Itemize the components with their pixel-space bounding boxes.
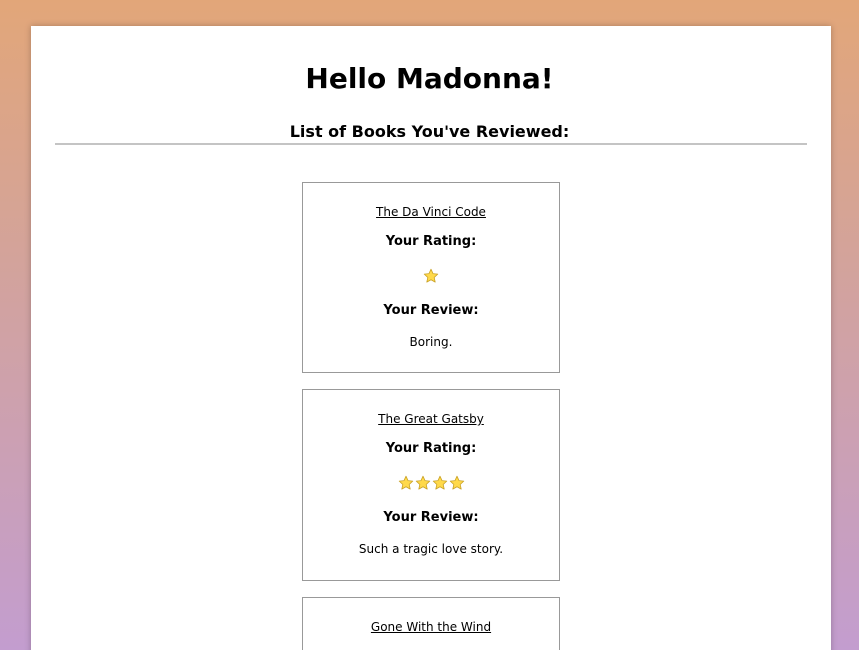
- review-label: Your Review:: [383, 510, 479, 525]
- book-card: The Da Vinci Code Your Rating: Your Revi…: [302, 182, 560, 373]
- star-icon: [415, 475, 430, 490]
- book-title-link[interactable]: The Da Vinci Code: [303, 204, 559, 220]
- reviewed-books-heading: List of Books You've Reviewed:: [289, 122, 570, 141]
- star-rating: [303, 475, 559, 491]
- heading-divider: [55, 143, 807, 145]
- review-label: Your Review:: [383, 303, 479, 318]
- star-icon: [423, 268, 439, 283]
- rating-label: Your Rating:: [385, 441, 477, 456]
- star-icon: [449, 475, 464, 490]
- star-icon: [398, 475, 413, 490]
- book-card: Gone With the Wind: [302, 597, 560, 650]
- rating-label: Your Rating:: [385, 234, 477, 249]
- review-text: Such a tragic love story.: [358, 542, 504, 556]
- book-title-link[interactable]: Gone With the Wind: [303, 619, 559, 635]
- page-title: Hello Madonna!: [305, 62, 554, 95]
- book-card: The Great Gatsby Your Rating: Your Revie…: [302, 389, 560, 581]
- review-text: Boring.: [409, 335, 453, 349]
- book-title-link[interactable]: The Great Gatsby: [303, 411, 559, 427]
- star-rating: [303, 268, 559, 284]
- star-icon: [432, 475, 447, 490]
